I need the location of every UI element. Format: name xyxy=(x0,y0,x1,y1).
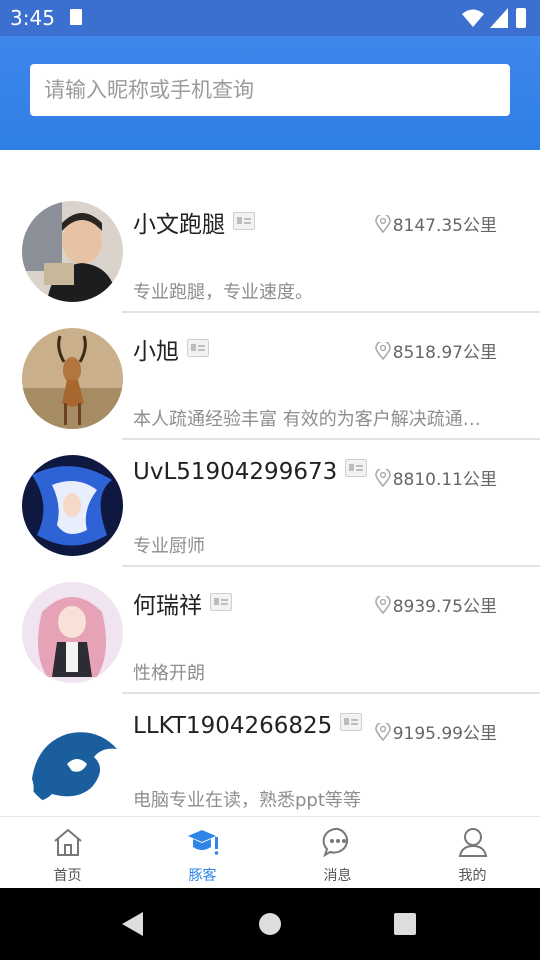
distance-text: 8147.35公里 xyxy=(392,216,497,236)
user-row[interactable]: 小旭 8518.97公里 本人疏通经验丰富 有效的为客户解决疏通… xyxy=(0,313,540,440)
avatar xyxy=(22,201,123,302)
tab-home[interactable]: 首页 xyxy=(0,817,135,889)
distance: 8939.75公里 xyxy=(374,592,497,617)
home-icon xyxy=(53,829,82,856)
avatar xyxy=(22,328,123,429)
user-name: 小旭 xyxy=(133,339,179,365)
user-desc: 电脑专业在读，熟悉ppt等等 xyxy=(133,790,361,811)
avatar xyxy=(22,709,123,810)
message-icon xyxy=(322,827,348,858)
recents-icon[interactable] xyxy=(394,913,416,935)
sd-card-icon xyxy=(70,9,82,25)
id-card-icon xyxy=(345,459,368,477)
user-desc: 性格开朗 xyxy=(133,663,205,684)
battery-icon xyxy=(516,8,526,28)
back-icon[interactable] xyxy=(122,912,143,936)
tab-bar: 首页 豚客 消息 我的 xyxy=(0,816,540,889)
search-input[interactable] xyxy=(30,64,510,116)
user-name-row: UvL51904299673 xyxy=(133,459,368,485)
signal-icon xyxy=(490,8,508,28)
distance: 9195.99公里 xyxy=(374,719,497,744)
id-card-icon xyxy=(340,713,363,731)
user-name-row: 小文跑腿 xyxy=(133,205,255,239)
distance: 8810.11公里 xyxy=(374,465,497,490)
tab-label: 豚客 xyxy=(188,868,217,884)
user-list: 小文跑腿 8147.35公里 专业跑腿，专业速度。 小旭 8518.97公里 本 xyxy=(0,186,540,816)
tab-profile[interactable]: 我的 xyxy=(405,817,540,889)
location-pin-icon xyxy=(374,467,391,488)
profile-icon xyxy=(458,828,487,857)
distance: 8518.97公里 xyxy=(374,338,497,363)
id-card-icon xyxy=(187,339,209,357)
tab-label: 首页 xyxy=(53,868,82,884)
location-pin-icon xyxy=(374,213,391,234)
distance-text: 8518.97公里 xyxy=(392,343,497,363)
location-pin-icon xyxy=(374,594,391,615)
system-nav-bar xyxy=(0,888,540,960)
status-time: 3:45 xyxy=(10,6,55,30)
header xyxy=(0,36,540,150)
distance-text: 8939.75公里 xyxy=(392,597,497,617)
user-name: LLKT1904266825 xyxy=(133,713,333,739)
tab-label: 消息 xyxy=(323,868,352,884)
id-card-icon xyxy=(210,593,232,611)
user-row[interactable]: LLKT1904266825 9195.99公里 电脑专业在读，熟悉ppt等等 xyxy=(0,694,540,816)
user-name: UvL51904299673 xyxy=(133,459,338,485)
user-name: 何瑞祥 xyxy=(133,593,202,619)
user-row[interactable]: 何瑞祥 8939.75公里 性格开朗 xyxy=(0,567,540,694)
user-desc: 专业跑腿，专业速度。 xyxy=(133,282,313,303)
distance: 8147.35公里 xyxy=(374,211,497,236)
avatar xyxy=(22,582,123,683)
location-pin-icon xyxy=(374,340,391,361)
distance-text: 9195.99公里 xyxy=(392,724,497,744)
home-button-icon[interactable] xyxy=(259,913,281,935)
user-row[interactable]: 小文跑腿 8147.35公里 专业跑腿，专业速度。 xyxy=(0,186,540,313)
user-desc: 专业厨师 xyxy=(133,536,205,557)
user-name-row: LLKT1904266825 xyxy=(133,713,363,739)
avatar xyxy=(22,455,123,556)
wifi-icon xyxy=(462,9,484,27)
tab-label: 我的 xyxy=(458,868,487,884)
user-name-row: 何瑞祥 xyxy=(133,586,232,620)
user-name: 小文跑腿 xyxy=(133,212,225,238)
id-card-icon xyxy=(233,212,255,230)
user-row[interactable]: UvL51904299673 8810.11公里 专业厨师 xyxy=(0,440,540,567)
graduation-cap-icon xyxy=(187,830,218,855)
status-bar: 3:45 xyxy=(0,0,540,36)
user-name-row: 小旭 xyxy=(133,332,209,366)
user-desc: 本人疏通经验丰富 有效的为客户解决疏通… xyxy=(133,409,481,430)
location-pin-icon xyxy=(374,721,391,742)
tab-messages[interactable]: 消息 xyxy=(270,817,405,889)
distance-text: 8810.11公里 xyxy=(392,470,497,490)
tab-tunke[interactable]: 豚客 xyxy=(135,817,270,889)
